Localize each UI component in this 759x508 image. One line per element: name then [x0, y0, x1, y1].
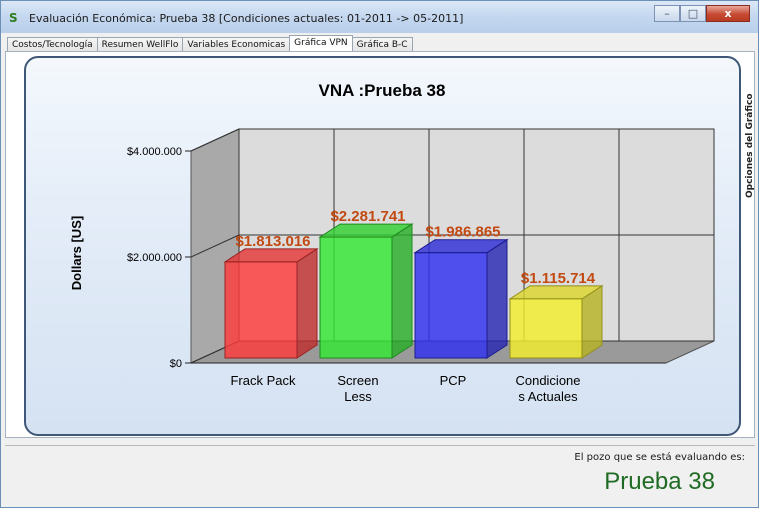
bar-2 — [414, 252, 488, 359]
npv-bar-chart: VNA :Prueba 38 Dollars [US] $0 $2.000.000… — [69, 81, 715, 404]
tab-strip: Costos/Tecnología Resumen WellFlo Variab… — [7, 35, 413, 53]
x-category-label: Screen — [337, 373, 378, 388]
title-bar[interactable]: S Evaluación Económica: Prueba 38 [Condi… — [1, 1, 758, 33]
y-tick-label: $2.000.000 — [127, 252, 182, 264]
chart-options-tab[interactable]: Opciones del Gráfico — [745, 58, 755, 198]
x-category-label: Less — [344, 389, 372, 404]
minimize-button[interactable]: – — [654, 5, 680, 22]
bar-value-label: $1.986.865 — [425, 224, 500, 241]
bar-value-label: $1.115.714 — [521, 270, 596, 287]
chart-panel: VNA :Prueba 38 Dollars [US] $0 $2.000.000… — [24, 56, 741, 436]
bar-0 — [224, 261, 298, 359]
y-tick-label: $4.000.000 — [127, 146, 182, 158]
application-window: S Evaluación Económica: Prueba 38 [Condi… — [0, 0, 759, 508]
bar-side-1 — [391, 223, 413, 359]
evaluation-label: El pozo que se está evaluando es: — [574, 452, 745, 463]
bar-1 — [319, 236, 393, 359]
evaluation-well-name: Prueba 38 — [604, 468, 715, 495]
x-category-label: PCP — [440, 373, 467, 388]
app-icon: S — [9, 11, 18, 25]
x-category-label: s Actuales — [518, 389, 578, 404]
x-category-label: Frack Pack — [230, 373, 296, 388]
y-axis-label: Dollars [US] — [69, 216, 84, 290]
bar-value-label: $1.813.016 — [235, 233, 310, 250]
bar-side-0 — [296, 247, 318, 359]
status-area: El pozo que se está evaluando es: Prueba… — [5, 445, 755, 506]
close-button[interactable]: x — [706, 5, 750, 22]
bar-value-label: $2.281.741 — [330, 208, 405, 225]
bar-3 — [509, 298, 583, 359]
chart-title: VNA :Prueba 38 — [319, 81, 446, 100]
x-category-label: Condicione — [515, 373, 580, 388]
window-controls: – □ x — [654, 5, 750, 23]
maximize-button[interactable]: □ — [680, 5, 706, 22]
bar-side-2 — [486, 238, 508, 359]
y-tick-label: $0 — [170, 358, 182, 370]
tab-content: VNA :Prueba 38 Dollars [US] $0 $2.000.000… — [5, 51, 755, 438]
window-title: Evaluación Económica: Prueba 38 [Condici… — [29, 12, 464, 25]
